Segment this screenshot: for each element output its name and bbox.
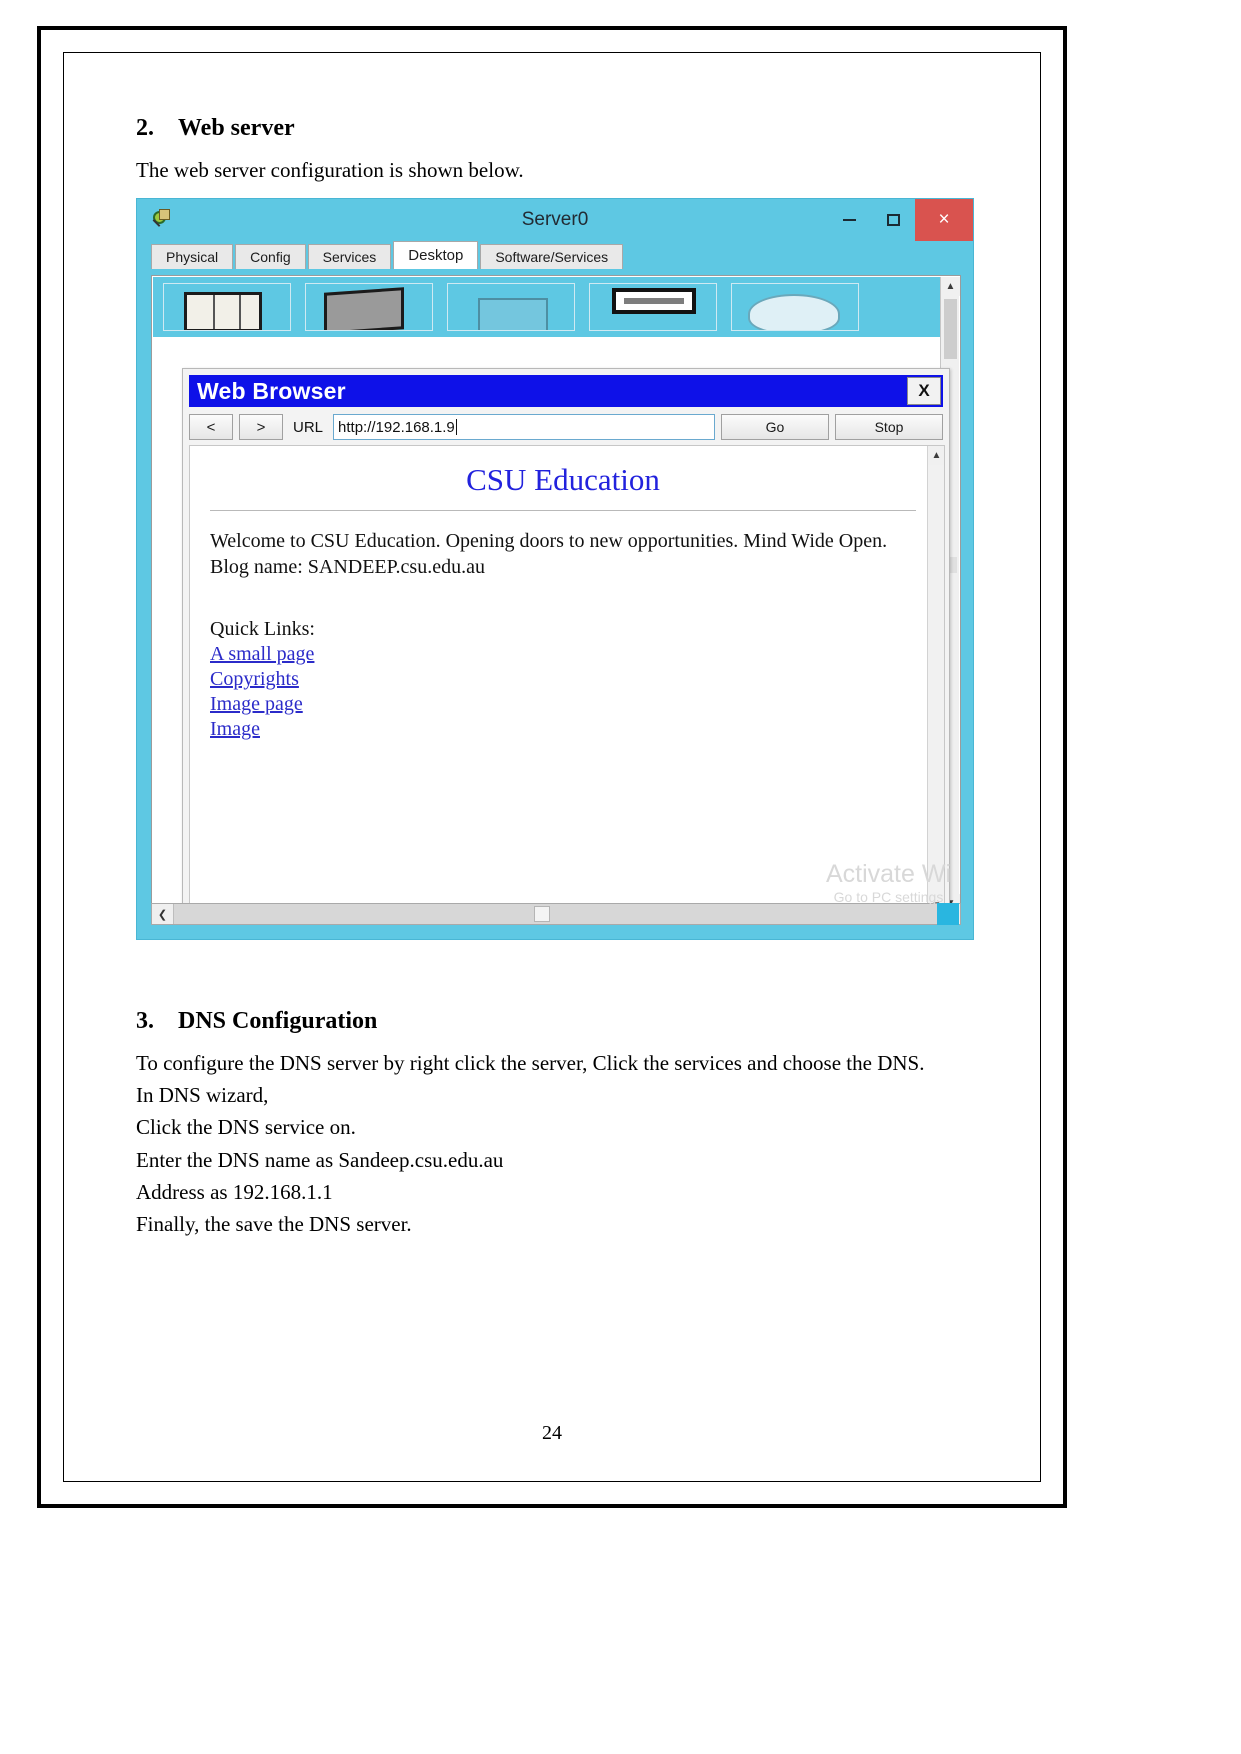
desktop-panel: ▲ ▼ Web Browser X < > bbox=[151, 275, 961, 916]
desktop-app-icon-dial-up[interactable] bbox=[305, 283, 433, 332]
page-title: CSU Education bbox=[466, 462, 660, 498]
scroll-thumb[interactable] bbox=[944, 299, 957, 360]
document-page-border: 2. Web server The web server configurati… bbox=[37, 26, 1067, 1508]
desktop-app-icon-ip-configuration[interactable] bbox=[163, 283, 291, 332]
desktop-icon-strip bbox=[153, 277, 943, 338]
forward-button[interactable]: > bbox=[239, 414, 283, 441]
desktop-app-icon-terminal[interactable] bbox=[447, 283, 575, 332]
page-number: 24 bbox=[542, 1422, 562, 1444]
page-divider bbox=[210, 510, 916, 512]
dns-line-3: Click the DNS service on. bbox=[136, 1115, 356, 1140]
desktop-app-icon-command-prompt[interactable] bbox=[589, 283, 717, 332]
window-scroll-thumb[interactable] bbox=[534, 906, 550, 923]
url-label: URL bbox=[293, 418, 324, 436]
url-input[interactable]: http://192.168.1.9 bbox=[333, 414, 715, 441]
packet-tracer-tabs: Physical Config Services Desktop Softwar… bbox=[137, 241, 973, 270]
window-horizontal-scrollbar[interactable]: ❮ ❯ bbox=[151, 903, 961, 926]
window-resize-corner[interactable] bbox=[937, 903, 959, 926]
web-browser-titlebar: Web Browser X bbox=[189, 375, 943, 408]
window-title: Server0 bbox=[521, 209, 589, 231]
tab-desktop[interactable]: Desktop bbox=[393, 241, 479, 270]
tab-software-services[interactable]: Software/Services bbox=[480, 244, 624, 270]
section-3-heading: 3. DNS Configuration bbox=[136, 1008, 978, 1035]
text-caret bbox=[455, 419, 457, 436]
back-button[interactable]: < bbox=[189, 414, 233, 441]
quick-links-label: Quick Links: bbox=[210, 618, 315, 641]
web-browser-close-button[interactable]: X bbox=[907, 377, 941, 406]
tab-physical[interactable]: Physical bbox=[151, 244, 234, 270]
section-3-title: DNS Configuration bbox=[178, 1008, 378, 1035]
section-3-number: 3. bbox=[136, 1008, 154, 1035]
tab-config[interactable]: Config bbox=[235, 244, 306, 270]
dns-line-1: To configure the DNS server by right cli… bbox=[136, 1051, 925, 1076]
web-browser-toolbar: < > URL http://192.168.1.9 Go Stop bbox=[189, 412, 943, 442]
rendered-page-area: CSU Education Welcome to CSU Education. … bbox=[189, 445, 945, 915]
dns-line-2: In DNS wizard, bbox=[136, 1083, 269, 1108]
link-image[interactable]: Image bbox=[210, 718, 260, 741]
page-scroll-up-icon[interactable]: ▲ bbox=[928, 446, 944, 466]
dns-line-5: Address as 192.168.1.1 bbox=[136, 1179, 333, 1204]
packet-tracer-window: Server0 × Physical Config Services Deskt… bbox=[136, 198, 974, 941]
web-browser-title: Web Browser bbox=[197, 377, 346, 404]
dns-line-4: Enter the DNS name as Sandeep.csu.edu.au bbox=[136, 1147, 504, 1172]
web-browser-dialog: Web Browser X < > URL http://192.168.1.9… bbox=[182, 368, 950, 915]
go-button[interactable]: Go bbox=[721, 414, 829, 441]
document-content: 2. Web server The web server configurati… bbox=[136, 115, 978, 1244]
section-2-heading: 2. Web server bbox=[136, 115, 978, 142]
section-2-intro: The web server configuration is shown be… bbox=[136, 158, 524, 182]
scroll-up-icon[interactable]: ▲ bbox=[941, 277, 960, 297]
section-2-number: 2. bbox=[136, 115, 154, 141]
desktop-app-icon-web-browser[interactable] bbox=[731, 283, 859, 332]
stop-button[interactable]: Stop bbox=[835, 414, 943, 441]
window-scroll-left-icon[interactable]: ❮ bbox=[152, 904, 174, 925]
page-vertical-scrollbar[interactable]: ▲ ▼ bbox=[927, 446, 944, 915]
page-body-text: Welcome to CSU Education. Opening doors … bbox=[210, 530, 888, 578]
document-page-inner-border: 2. Web server The web server configurati… bbox=[63, 52, 1041, 1482]
url-input-value: http://192.168.1.9 bbox=[338, 418, 455, 436]
dns-line-6: Finally, the save the DNS server. bbox=[136, 1211, 412, 1236]
link-image-page[interactable]: Image page bbox=[210, 693, 303, 716]
link-copyrights[interactable]: Copyrights bbox=[210, 668, 299, 691]
packet-tracer-titlebar: Server0 × bbox=[137, 199, 973, 242]
section-2-title: Web server bbox=[178, 115, 295, 141]
rendered-page-content: CSU Education Welcome to CSU Education. … bbox=[190, 446, 944, 741]
tab-services[interactable]: Services bbox=[307, 244, 392, 270]
link-a-small-page[interactable]: A small page bbox=[210, 643, 314, 666]
